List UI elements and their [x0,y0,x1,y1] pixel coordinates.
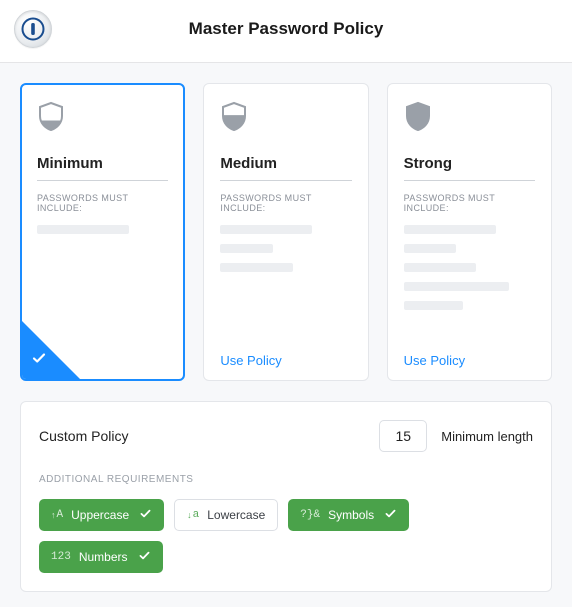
placeholder-line [404,301,463,310]
placeholder-line [404,282,509,291]
custom-policy-title: Custom Policy [39,428,128,444]
requirement-chip-numbers[interactable]: 123 Numbers [39,541,163,573]
placeholder-line [404,244,457,253]
placeholder-line [37,225,129,234]
policy-card-medium[interactable]: Medium PASSWORDS MUST INCLUDE: Use Policy [203,83,368,381]
header: Master Password Policy [0,0,572,63]
symbols-icon: ?}& [300,509,320,521]
numbers-icon: 123 [51,551,71,563]
shield-icon [37,100,168,137]
policy-placeholder-lines [37,225,168,234]
policy-card-title: Minimum [37,155,168,181]
policy-card-subtext: PASSWORDS MUST INCLUDE: [404,193,535,213]
policy-card-minimum[interactable]: Minimum PASSWORDS MUST INCLUDE: [20,83,185,381]
requirement-chip-symbols[interactable]: ?}& Symbols [288,499,409,531]
chip-label: Lowercase [207,508,265,522]
check-icon [139,507,152,523]
additional-requirements-label: ADDITIONAL REQUIREMENTS [39,474,533,485]
requirement-chips: ↑A Uppercase ↓a Lowercase ?}& Symbols 123 Numbe… [39,499,533,573]
custom-policy-panel: Custom Policy Minimum length ADDITIONAL … [20,401,552,592]
lowercase-icon: ↓a [187,509,199,521]
chip-label: Numbers [79,550,128,564]
check-icon [138,549,151,565]
use-policy-link[interactable]: Use Policy [220,345,351,368]
check-icon [384,507,397,523]
policy-placeholder-lines [404,225,535,310]
policy-card-title: Strong [404,155,535,181]
policy-card-subtext: PASSWORDS MUST INCLUDE: [220,193,351,213]
shield-icon [404,100,535,137]
requirement-chip-lowercase[interactable]: ↓a Lowercase [174,499,278,531]
policy-cards-row: Minimum PASSWORDS MUST INCLUDE: Medium PAS… [20,83,552,381]
onepassword-icon [21,17,45,41]
policy-card-title: Medium [220,155,351,181]
minimum-length-label: Minimum length [441,429,533,444]
main-content: Minimum PASSWORDS MUST INCLUDE: Medium PAS… [0,63,572,607]
uppercase-icon: ↑A [51,509,63,521]
placeholder-line [220,225,312,234]
placeholder-line [404,263,476,272]
requirement-chip-uppercase[interactable]: ↑A Uppercase [39,499,164,531]
minimum-length-control: Minimum length [379,420,533,452]
placeholder-line [220,263,292,272]
chip-label: Symbols [328,508,374,522]
custom-policy-header-row: Custom Policy Minimum length [39,420,533,452]
minimum-length-input[interactable] [379,420,427,452]
policy-card-subtext: PASSWORDS MUST INCLUDE: [37,193,168,213]
policy-placeholder-lines [220,225,351,272]
shield-icon [220,100,351,137]
placeholder-line [220,244,273,253]
chip-label: Uppercase [71,508,129,522]
policy-card-strong[interactable]: Strong PASSWORDS MUST INCLUDE: Use Policy [387,83,552,381]
page-title: Master Password Policy [0,19,572,39]
check-icon [31,350,47,371]
placeholder-line [404,225,496,234]
app-logo [14,10,52,48]
use-policy-link[interactable]: Use Policy [404,345,535,368]
